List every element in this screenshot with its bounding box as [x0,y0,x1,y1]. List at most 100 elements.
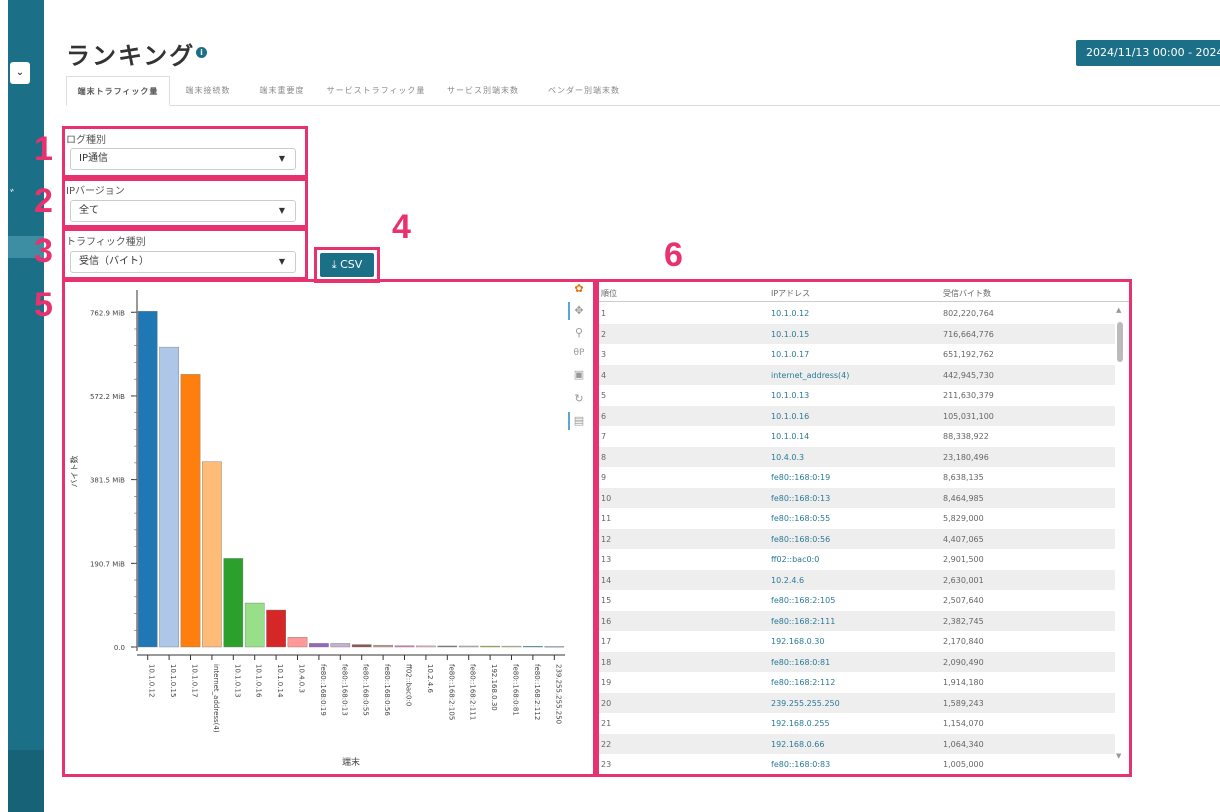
y-tick-label: 381.5 MiB [90,477,125,485]
chart-bar[interactable] [180,374,201,648]
table-scrollbar[interactable]: ▲ ▼ [1116,306,1123,760]
chart-bar[interactable] [159,346,179,648]
ip-version-label: IPバージョン [66,186,125,197]
info-icon[interactable]: i [196,47,207,58]
x-tick-label: 10.1.0.13 [233,664,241,697]
table-row[interactable]: 5 10.1.0.13 211,630,379 [599,385,1115,406]
header-rank[interactable]: 順位 [601,288,617,299]
chart-bar[interactable] [544,646,565,648]
table-row[interactable]: 9 fe80::168:0:19 8,638,135 [599,467,1115,488]
annotation-1: 1 [34,130,53,168]
log-type-select[interactable]: IP通信 ▼ [70,148,296,170]
x-tick-label: 10.1.0.15 [169,664,177,697]
table-row[interactable]: 4 internet_address(4) 442,945,730 [599,364,1115,385]
chart-bar[interactable] [266,609,286,648]
sidebar-item-mark[interactable]: ﾞ [10,186,17,206]
table-row[interactable]: 1 10.1.0.12 802,220,764 [599,303,1115,324]
log-type-value: IP通信 [79,153,108,164]
chart-bar[interactable] [244,602,265,648]
annotation-3: 3 [34,232,53,270]
table-row[interactable]: 8 10.4.0.3 23,180,496 [599,446,1115,467]
ip-version-value: 全て [79,205,99,216]
tab-device-connections[interactable]: 端末接続数 [172,76,244,106]
chart-bar[interactable] [330,643,351,648]
table-row[interactable]: 13 ff02::bac0:0 2,901,500 [599,549,1115,570]
traffic-type-select[interactable]: 受信（バイト） ▼ [70,251,296,273]
tab-vendor-devices[interactable]: ベンダー別端末数 [534,76,634,106]
ip-version-select[interactable]: 全て ▼ [70,200,296,222]
scroll-up-icon[interactable]: ▲ [1116,306,1121,314]
cell-ip: 10.1.0.16 [771,411,810,421]
x-tick-label: ff02::bac0:0 [405,664,413,706]
chart-bar[interactable] [287,637,308,648]
table-row[interactable]: 11 fe80::168:0:55 5,829,000 [599,508,1115,529]
chart-bar[interactable] [351,644,372,648]
table-row[interactable]: 16 fe80::168:2:111 2,382,745 [599,610,1115,631]
hover-icon[interactable]: ▤ [572,414,586,428]
x-tick-label: fe80::168:0:19 [319,664,327,716]
zoom-mode-icon[interactable]: θP [572,346,586,360]
date-range-button[interactable]: 2024/11/13 00:00 - 2024 [1076,40,1220,66]
x-axis-label: 端末 [342,756,360,768]
chart-bar[interactable] [458,645,479,648]
cell-rank: 23 [601,760,612,769]
cell-ip: fe80::168:2:105 [771,596,836,605]
log-type-label: ログ種別 [66,135,106,146]
chart-bar[interactable] [394,645,415,648]
cell-bytes: 802,220,764 [943,309,994,318]
chart-bar[interactable] [480,645,500,648]
header-ip[interactable]: IPアドレス [771,288,810,299]
table-row[interactable]: 19 fe80::168:2:112 1,914,180 [599,672,1115,693]
cell-rank: 5 [601,391,607,400]
cell-bytes: 2,507,640 [943,596,984,605]
chart-bar[interactable] [309,643,329,648]
table-row[interactable]: 18 fe80::168:0:81 2,090,490 [599,651,1115,672]
zoom-icon[interactable]: ⚲ [572,326,586,340]
table-row[interactable]: 21 192.168.0.255 1,154,070 [599,713,1115,734]
chart-bar[interactable] [416,645,436,648]
header-bytes[interactable]: 受信バイト数 [943,288,991,299]
reset-icon[interactable]: ↻ [572,392,586,406]
scrollbar-thumb[interactable] [1117,322,1123,362]
sidebar-dropdown[interactable]: ⌄ [10,62,30,84]
y-tick-label: 762.9 MiB [90,309,125,317]
tab-service-devices[interactable]: サービス別端末数 [434,76,532,106]
scroll-down-icon[interactable]: ▼ [1116,752,1121,760]
tab-device-importance[interactable]: 端末重要度 [246,76,318,106]
bokeh-logo-icon[interactable]: ✿ [572,282,586,296]
bar-chart[interactable]: 762.9 MiB 572.2 MiB 381.5 MiB 190.7 MiB 0.0 バ… [65,282,593,774]
table-row[interactable]: 22 192.168.0.66 1,064,340 [599,733,1115,754]
ranking-table: 順位 IPアドレス 受信バイト数 1 10.1.0.12 802,220,764 2 1… [596,279,1132,777]
x-tick-label: 10.4.0.3 [298,664,306,693]
table-row[interactable]: 17 192.168.0.30 2,170,840 [599,631,1115,652]
table-row[interactable]: 2 10.1.0.15 716,664,776 [599,323,1115,344]
pan-icon[interactable]: ✥ [572,304,586,318]
chart-bar[interactable] [137,311,158,648]
y-tick-label: 0.0 [114,644,125,652]
chart-bar[interactable] [437,645,458,648]
table-row[interactable]: 7 10.1.0.14 88,338,922 [599,426,1115,447]
cell-rank: 7 [601,432,607,441]
tab-service-traffic[interactable]: サービストラフィック量 [320,76,432,106]
table-row[interactable]: 10 fe80::168:0:13 8,464,985 [599,487,1115,508]
chart-bar[interactable] [501,645,522,648]
chevron-down-icon: ▼ [278,154,285,163]
table-row[interactable]: 12 fe80::168:0:56 4,407,065 [599,528,1115,549]
chart-bar[interactable] [373,644,393,648]
cell-rank: 18 [601,657,612,667]
save-icon[interactable]: ▣ [572,368,586,382]
table-row[interactable]: 15 fe80::168:2:105 2,507,640 [599,590,1115,611]
table-row[interactable]: 20 239.255.255.250 1,589,243 [599,692,1115,713]
chart-bar[interactable] [223,558,244,648]
cell-ip: fe80::168:2:112 [771,678,836,687]
chart-bar[interactable] [202,461,222,648]
cell-bytes: 1,064,340 [943,739,984,749]
table-row[interactable]: 6 10.1.0.16 105,031,100 [599,405,1115,426]
table-row[interactable]: 14 10.2.4.6 2,630,001 [599,569,1115,590]
tab-device-traffic[interactable]: 端末トラフィック量 [66,76,170,106]
csv-download-button[interactable]: ⤓ CSV [320,253,374,277]
table-row[interactable]: 23 fe80::168:0:83 1,005,000 [599,754,1115,774]
chart-bar[interactable] [523,646,543,648]
table-row[interactable]: 3 10.1.0.17 651,192,762 [599,344,1115,365]
cell-ip: 239.255.255.250 [771,698,840,708]
